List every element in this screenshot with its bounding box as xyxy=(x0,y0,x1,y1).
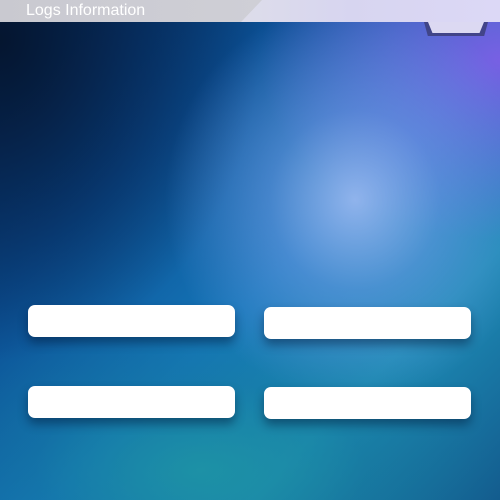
header-notch-highlight xyxy=(428,22,484,33)
log-field-4[interactable] xyxy=(264,387,471,419)
log-field-1[interactable] xyxy=(28,305,235,337)
page-title: Logs Information xyxy=(26,2,146,19)
log-field-3[interactable] xyxy=(28,386,235,418)
log-field-2[interactable] xyxy=(264,307,471,339)
app-screen: Logs Information xyxy=(0,0,500,500)
header-bar: Logs Information xyxy=(0,0,500,22)
